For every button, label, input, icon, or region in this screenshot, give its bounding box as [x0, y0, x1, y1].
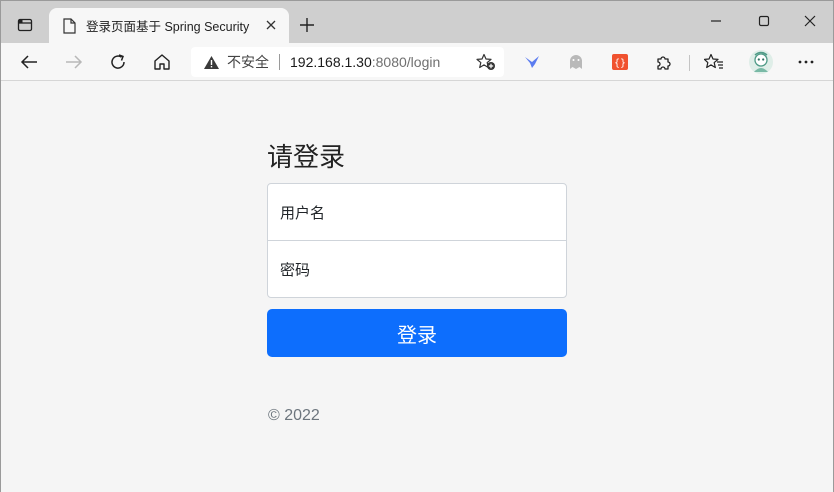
url-port-path: :8080/login [371, 54, 441, 70]
svg-text:{}: {} [614, 58, 626, 69]
new-tab-button[interactable] [297, 15, 317, 35]
minimize-button[interactable] [701, 9, 731, 33]
address-separator [279, 54, 280, 70]
page-content: 请登录 用户名 密码 登录 © 2022 [1, 82, 833, 492]
star-plus-icon[interactable] [476, 53, 496, 71]
tab-close-icon[interactable] [263, 17, 279, 33]
json-extension-icon[interactable]: {} [607, 49, 633, 75]
url-text[interactable]: 192.168.1.30:8080/login [290, 54, 440, 70]
toolbar-separator [689, 55, 690, 71]
home-button[interactable] [149, 49, 175, 75]
close-window-button[interactable] [795, 9, 825, 33]
tab-strip: 登录页面基于 Spring Security [1, 1, 833, 43]
password-placeholder: 密码 [280, 261, 311, 279]
bird-extension-icon[interactable] [519, 49, 545, 75]
more-icon[interactable] [793, 49, 819, 75]
tab-actions-icon[interactable] [11, 11, 39, 39]
forward-arrow-icon [66, 55, 83, 69]
browser-window: 登录页面基于 Spring Security 不安全 192.168.1.30:… [0, 0, 834, 492]
url-host: 192.168.1.30 [290, 54, 372, 70]
page-icon [61, 17, 77, 35]
page-title: 请登录 [267, 142, 346, 172]
login-button[interactable]: 登录 [267, 309, 567, 357]
refresh-button[interactable] [105, 49, 131, 75]
maximize-icon [758, 15, 770, 27]
password-input[interactable]: 密码 [267, 240, 567, 298]
plus-icon [300, 18, 314, 32]
home-icon [154, 54, 170, 70]
browser-toolbar: 不安全 192.168.1.30:8080/login {} [1, 43, 833, 81]
avatar-icon[interactable] [747, 48, 775, 76]
warning-icon[interactable] [203, 54, 221, 70]
maximize-button[interactable] [749, 9, 779, 33]
favorites-icon[interactable] [701, 49, 727, 75]
tab-title: 登录页面基于 Spring Security [86, 20, 250, 34]
username-input[interactable]: 用户名 [267, 183, 567, 241]
username-placeholder: 用户名 [280, 204, 326, 222]
login-button-label: 登录 [397, 324, 437, 347]
close-icon [804, 15, 816, 27]
puzzle-icon[interactable] [651, 49, 677, 75]
security-label[interactable]: 不安全 [227, 52, 269, 72]
browser-tab[interactable]: 登录页面基于 Spring Security [49, 8, 289, 43]
forward-button[interactable] [61, 49, 87, 75]
copyright-text: © 2022 [268, 407, 320, 424]
address-bar[interactable]: 不安全 192.168.1.30:8080/login [191, 47, 504, 77]
ghost-extension-icon[interactable] [563, 49, 589, 75]
back-arrow-icon [20, 55, 37, 69]
back-button[interactable] [16, 49, 42, 75]
refresh-icon [111, 54, 125, 69]
minimize-icon [711, 20, 721, 22]
